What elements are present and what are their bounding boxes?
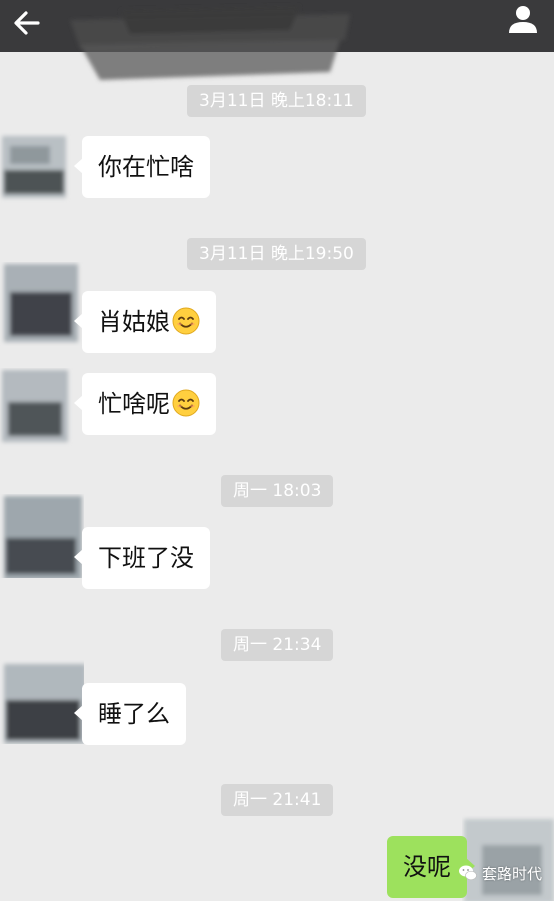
timestamp: 周一 21:41 <box>221 784 334 816</box>
arrow-left-icon[interactable] <box>10 6 44 40</box>
wechat-icon <box>459 865 477 881</box>
person-icon[interactable] <box>506 2 540 36</box>
timestamp: 周一 18:03 <box>221 475 334 507</box>
timestamp: 3月11日 晚上18:11 <box>187 85 366 117</box>
smiling-face-emoji <box>172 307 200 335</box>
contact-avatar[interactable] <box>0 132 84 216</box>
message-text: 肖姑娘 <box>98 308 170 336</box>
incoming-message[interactable]: 睡了么 <box>74 683 186 745</box>
incoming-message[interactable]: 肖姑娘 <box>74 291 216 353</box>
message-text: 忙啥呢 <box>98 390 170 418</box>
incoming-message[interactable]: 忙啥呢 <box>74 373 216 435</box>
contact-avatar[interactable] <box>0 494 84 578</box>
incoming-message[interactable]: 你在忙啥 <box>74 136 210 198</box>
timestamp: 3月11日 晚上19:50 <box>187 238 366 270</box>
incoming-message[interactable]: 下班了没 <box>74 527 210 589</box>
watermark-text: 套路时代 <box>482 864 543 883</box>
message-text: 下班了没 <box>98 544 194 572</box>
message-text: 睡了么 <box>98 700 170 728</box>
message-text: 你在忙啥 <box>98 153 194 181</box>
contact-avatar[interactable] <box>0 368 84 452</box>
redacted-contact-name <box>70 6 350 80</box>
message-text: 没呢 <box>403 853 451 881</box>
watermark: 套路时代 <box>458 858 542 888</box>
timestamp: 周一 21:34 <box>221 629 334 661</box>
contact-avatar[interactable] <box>0 660 84 744</box>
smiling-face-emoji <box>172 389 200 417</box>
outgoing-message[interactable]: 没呢 <box>387 836 475 898</box>
contact-avatar[interactable] <box>0 262 84 346</box>
